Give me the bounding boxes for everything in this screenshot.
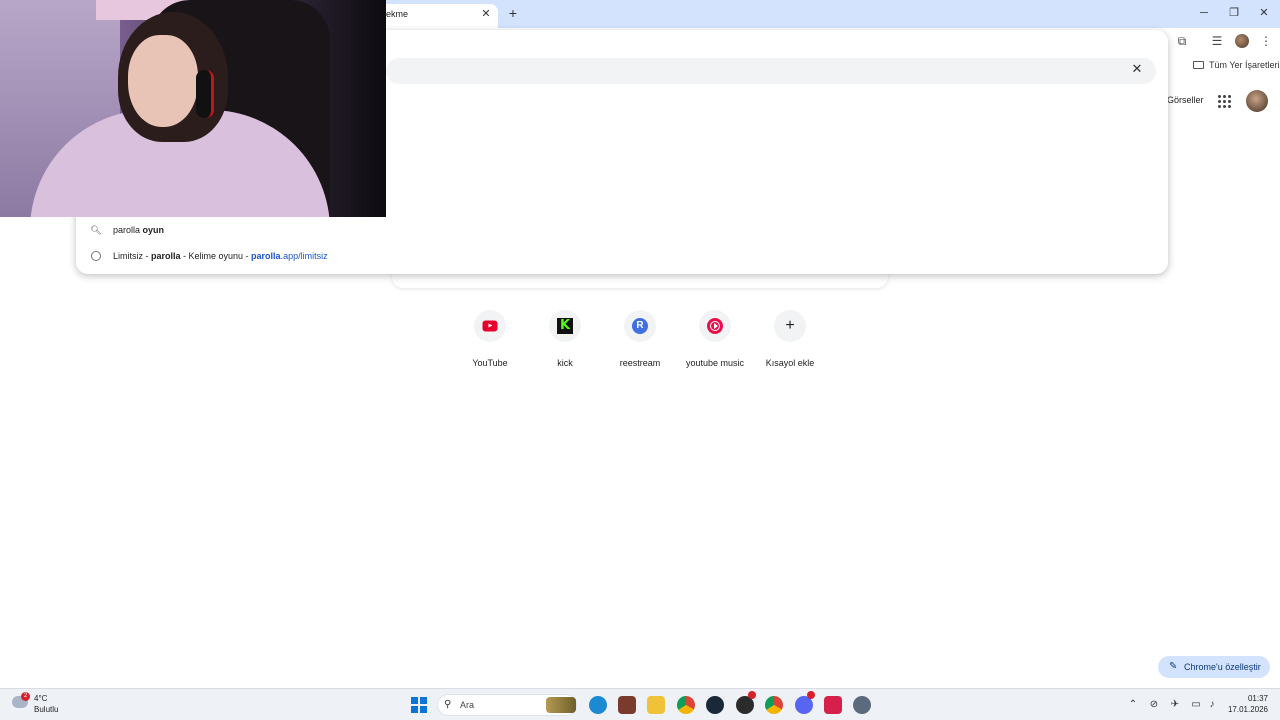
all-bookmarks[interactable]: Tüm Yer İşaretleri: [1193, 60, 1280, 70]
display-icon[interactable]: ▭: [1189, 698, 1203, 712]
eye-off-icon[interactable]: ⊘: [1147, 698, 1161, 712]
suggestion-history[interactable]: Limitsiz - parolla - Kelime oyunu - paro…: [76, 244, 1168, 268]
headset-icon: [196, 70, 214, 118]
taskbar-search[interactable]: ⚲ Ara: [437, 694, 577, 716]
plus-icon: +: [785, 317, 795, 334]
minimize-icon[interactable]: ─: [1194, 4, 1214, 22]
clear-icon[interactable]: ✕: [1128, 60, 1146, 78]
search-icon: 🔍︎: [90, 225, 102, 235]
profile-avatar-icon[interactable]: [1235, 34, 1249, 48]
clock-date[interactable]: 17.01.2026: [1222, 705, 1268, 714]
shortcut-label: Kısayol ekle: [765, 358, 815, 368]
active-tab[interactable]: ekme ✕: [378, 4, 498, 28]
menu-icon[interactable]: ⋮: [1258, 33, 1274, 49]
weather-temp[interactable]: 4°C: [34, 694, 47, 703]
taskbar-search-placeholder: Ara: [460, 700, 475, 710]
streaming-app-icon[interactable]: [824, 696, 842, 714]
steam-icon[interactable]: [706, 696, 724, 714]
shortcut-label: youtube music: [685, 358, 745, 368]
shortcut-reestream[interactable]: R reestream: [602, 310, 678, 368]
shortcut-youtube-music[interactable]: youtube music: [677, 310, 753, 368]
search-highlight-image: [546, 697, 576, 713]
restream-icon: R: [632, 318, 648, 334]
reading-list-icon[interactable]: ☰: [1209, 33, 1225, 49]
youtube-icon: [482, 320, 498, 332]
new-tab-icon[interactable]: +: [505, 5, 521, 21]
shortcut-label: YouTube: [472, 358, 508, 368]
customize-label: Chrome'u özelleştir: [1184, 662, 1261, 672]
file-explorer-icon[interactable]: [647, 696, 665, 714]
search-icon: ⚲: [444, 699, 452, 710]
shortcut-label: kick: [557, 358, 573, 368]
account-avatar[interactable]: [1246, 90, 1268, 112]
language-icon[interactable]: ✈: [1168, 698, 1182, 712]
folder-icon: [1193, 61, 1204, 69]
history-icon: [91, 251, 101, 261]
chrome-icon[interactable]: [677, 696, 695, 714]
shortcut-add[interactable]: + Kısayol ekle: [752, 310, 828, 368]
suggestion-search[interactable]: 🔍︎ parolla oyun: [76, 218, 1168, 242]
customize-chrome-button[interactable]: ✎ Chrome'u özelleştir: [1158, 656, 1270, 678]
all-bookmarks-label: Tüm Yer İşaretleri: [1209, 60, 1280, 70]
shortcut-kick[interactable]: K kick: [527, 310, 603, 368]
notification-badge: [748, 691, 756, 699]
taskbar: 2 4°C Bulutlu ⚲ Ara ⌃ ⊘ ✈ ▭ ♪ 01:37 17.0…: [0, 688, 1280, 720]
extensions-icon[interactable]: ⧉: [1174, 33, 1190, 49]
shortcut-youtube[interactable]: YouTube: [452, 310, 528, 368]
weather-desc[interactable]: Bulutlu: [34, 705, 58, 714]
close-window-icon[interactable]: ✕: [1254, 4, 1274, 22]
edge-icon[interactable]: [589, 696, 607, 714]
images-link[interactable]: Görseller: [1167, 95, 1204, 105]
tab-close-icon[interactable]: ✕: [480, 8, 492, 20]
youtube-music-icon: [707, 318, 723, 334]
chevron-up-icon[interactable]: ⌃: [1126, 698, 1140, 712]
webcam-overlay: [0, 0, 386, 217]
suggestion-text: Limitsiz - parolla - Kelime oyunu - paro…: [113, 251, 328, 261]
weather-badge: 2: [21, 692, 30, 701]
pencil-icon: ✎: [1169, 661, 1178, 672]
restore-icon[interactable]: ❐: [1224, 4, 1244, 22]
kick-icon: K: [557, 318, 573, 334]
google-apps-icon[interactable]: [1218, 95, 1232, 109]
settings-icon[interactable]: [853, 696, 871, 714]
chrome-profile-icon[interactable]: [765, 696, 783, 714]
windows-start-icon[interactable]: [411, 697, 427, 713]
notification-badge: [807, 691, 815, 699]
shortcut-label: reestream: [619, 358, 661, 368]
clock-time[interactable]: 01:37: [1236, 694, 1268, 703]
tab-title: ekme: [386, 9, 409, 19]
volume-icon[interactable]: ♪: [1205, 698, 1219, 712]
address-bar[interactable]: [386, 58, 1156, 84]
suggestion-text: parolla oyun: [113, 225, 165, 235]
game-icon[interactable]: [618, 696, 636, 714]
